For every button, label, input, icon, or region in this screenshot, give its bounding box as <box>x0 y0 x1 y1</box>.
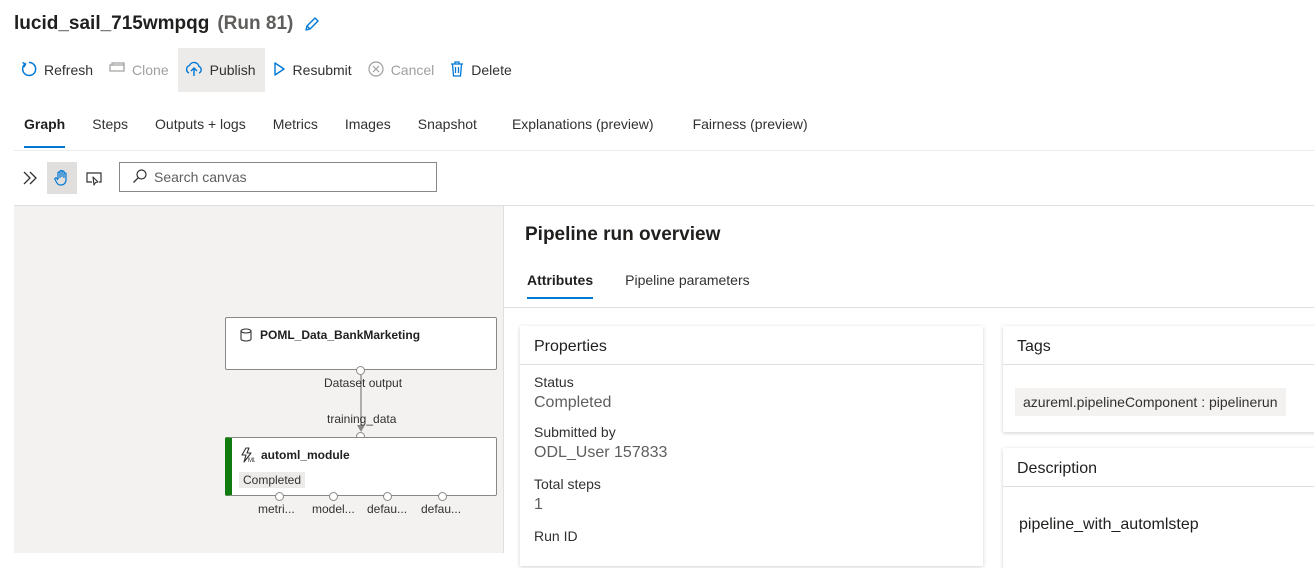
total-steps-value: 1 <box>534 496 543 513</box>
refresh-button[interactable]: Refresh <box>14 48 102 92</box>
description-text: pipeline_with_automlstep <box>1019 516 1199 533</box>
output-port-4[interactable] <box>438 492 447 501</box>
module-node-title: automl_module <box>261 448 350 462</box>
properties-card: Properties Status Completed Submitted by… <box>520 326 983 566</box>
overview-tabs: Attributes Pipeline parameters <box>525 272 750 302</box>
page-title: lucid_sail_715wmpqg <box>14 13 210 34</box>
dataset-output-port[interactable] <box>356 366 365 375</box>
automl-flash-icon: ML <box>239 447 257 468</box>
output-label-2: model... <box>312 502 355 516</box>
command-bar: Refresh Clone Publish Resubmit Cancel De… <box>14 48 521 92</box>
submitted-by-value: ODL_User 157833 <box>534 444 668 461</box>
edge-arrowhead <box>357 425 365 432</box>
trash-icon <box>449 60 465 81</box>
automl-module-node[interactable]: ML automl_module Completed <box>225 437 497 496</box>
tab-snapshot[interactable]: Snapshot <box>408 112 487 146</box>
tags-header: Tags <box>1003 326 1314 365</box>
properties-header: Properties <box>520 326 983 365</box>
resubmit-button[interactable]: Resubmit <box>265 48 361 92</box>
play-icon <box>271 60 287 81</box>
output-port-1[interactable] <box>275 492 284 501</box>
search-icon <box>132 168 148 187</box>
pan-hand-icon[interactable] <box>47 162 77 194</box>
dataset-cylinder-icon <box>240 328 252 347</box>
run-id-label: Run ID <box>534 528 578 544</box>
clone-label: Clone <box>132 62 169 78</box>
output-label-4: defau... <box>421 502 462 516</box>
tab-outputs-logs[interactable]: Outputs + logs <box>145 112 256 146</box>
tags-card: Tags azureml.pipelineComponent : pipelin… <box>1003 326 1314 432</box>
description-card: Description pipeline_with_automlstep <box>1003 448 1314 568</box>
cancel-circle-icon <box>367 60 385 81</box>
tab-metrics[interactable]: Metrics <box>263 112 328 146</box>
refresh-icon <box>20 60 38 81</box>
expand-double-chevron-icon[interactable] <box>15 162 45 194</box>
canvas-toolbar: Search canvas <box>14 151 1314 206</box>
tag-chip: azureml.pipelineComponent : pipelinerun <box>1015 388 1286 416</box>
select-area-icon[interactable] <box>79 162 109 194</box>
pipeline-overview-panel: Pipeline run overview Attributes Pipelin… <box>503 206 1314 568</box>
dataset-node[interactable]: POML_Data_BankMarketing <box>225 317 497 370</box>
total-steps-label: Total steps <box>534 476 601 492</box>
clone-icon <box>108 60 126 81</box>
graph-canvas[interactable]: POML_Data_BankMarketing Dataset output t… <box>14 206 503 553</box>
publish-label: Publish <box>209 62 256 78</box>
tab-graph[interactable]: Graph <box>14 112 75 148</box>
output-label-3: defau... <box>367 502 408 516</box>
graph-edges <box>357 375 365 432</box>
tab-attributes[interactable]: Attributes <box>527 272 594 302</box>
tab-steps[interactable]: Steps <box>82 112 138 146</box>
refresh-label: Refresh <box>44 62 94 78</box>
output-port-2[interactable] <box>329 492 338 501</box>
cancel-button[interactable]: Cancel <box>361 48 444 92</box>
svg-text:ML: ML <box>248 458 255 463</box>
description-header: Description <box>1003 448 1314 487</box>
tab-explanations[interactable]: Explanations (preview) <box>502 112 664 146</box>
run-number: (Run 81) <box>217 13 294 34</box>
module-status-badge: Completed <box>239 472 306 488</box>
status-label: Status <box>534 374 574 390</box>
search-placeholder: Search canvas <box>154 169 247 185</box>
output-label-1: metri... <box>258 502 295 516</box>
training-data-label: training_data <box>327 412 397 426</box>
submitted-by-label: Submitted by <box>534 424 616 440</box>
search-canvas-input[interactable]: Search canvas <box>119 162 437 192</box>
output-port-3[interactable] <box>383 492 392 501</box>
tab-images[interactable]: Images <box>335 112 401 146</box>
dataset-node-title: POML_Data_BankMarketing <box>260 328 421 342</box>
delete-label: Delete <box>471 62 512 78</box>
tab-pipeline-parameters[interactable]: Pipeline parameters <box>625 272 750 302</box>
overview-title: Pipeline run overview <box>525 224 721 245</box>
edit-pencil-icon[interactable] <box>303 15 321 33</box>
tab-bar: Graph Steps Outputs + logs Metrics Image… <box>14 112 818 148</box>
resubmit-label: Resubmit <box>292 62 352 78</box>
publish-button[interactable]: Publish <box>177 48 265 92</box>
status-value: Completed <box>534 394 612 411</box>
overview-divider <box>504 307 1314 308</box>
clone-button[interactable]: Clone <box>102 48 178 92</box>
dataset-output-label: Dataset output <box>324 376 403 390</box>
tab-fairness[interactable]: Fairness (preview) <box>683 112 818 146</box>
delete-button[interactable]: Delete <box>443 48 520 92</box>
cancel-label: Cancel <box>390 62 435 78</box>
cloud-upload-icon <box>184 60 204 81</box>
title-row: lucid_sail_715wmpqg (Run 81) <box>14 11 321 37</box>
